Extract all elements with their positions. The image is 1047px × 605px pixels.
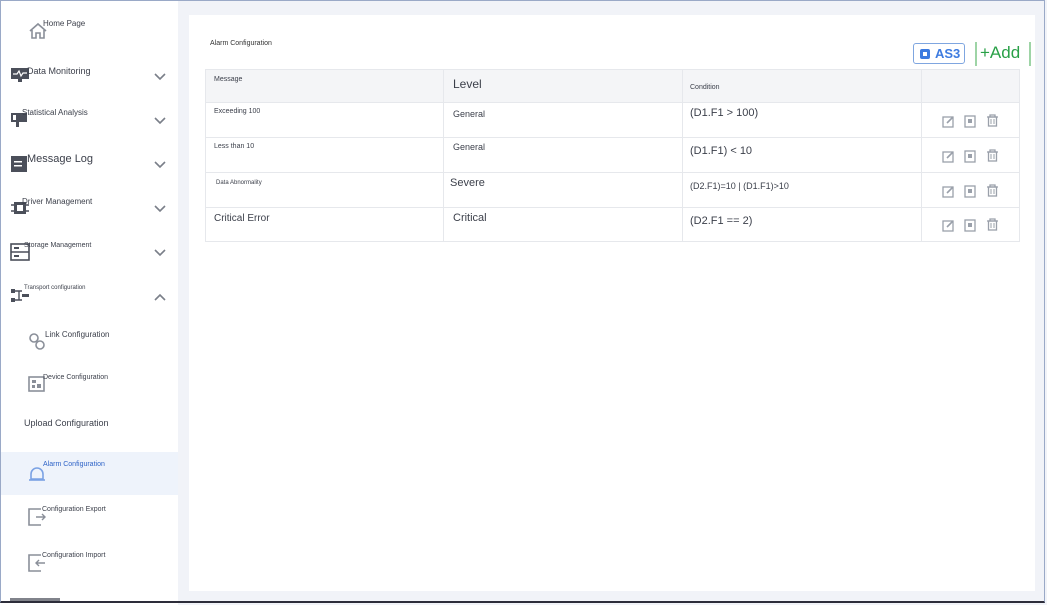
page-title: Alarm Configuration (210, 40, 272, 47)
sidebar-item-configuration-import[interactable]: Configuration Import (0, 544, 178, 584)
sidebar-item-transport-configuration[interactable]: Transport configuration (0, 278, 178, 318)
row-message: Data Abnormality (216, 180, 262, 186)
sidebar-item-label: Driver Management (22, 197, 93, 206)
add-button[interactable]: +Add (975, 42, 1031, 66)
header-level: Level (453, 77, 482, 91)
row-level: Severe (450, 177, 485, 189)
chevron-up-icon (154, 293, 166, 301)
row-message: Exceeding 100 (214, 108, 261, 115)
as3-label: AS3 (935, 46, 961, 61)
row-level: General (453, 142, 486, 152)
chevron-down-icon (154, 73, 166, 81)
sidebar-item-label: Transport configuration (24, 285, 86, 291)
row-level: General (453, 109, 486, 119)
sidebar-item-label: Data Monitoring (27, 66, 91, 76)
sidebar-item-label: Storage Management (24, 242, 92, 249)
chevron-down-icon (154, 161, 166, 169)
sidebar-item-label: Alarm Configuration (43, 461, 105, 468)
row-message: Less than 10 (214, 143, 255, 150)
as3-button[interactable]: AS3 (913, 43, 965, 64)
alarm-table: Message Level Condition Exceeding 100 Ge… (205, 69, 1020, 242)
main-area: Alarm Configuration AS3 +Add Message Lev… (178, 0, 1047, 605)
copy-icon[interactable] (964, 219, 977, 232)
edit-icon[interactable] (942, 115, 955, 128)
copy-icon[interactable] (964, 150, 977, 163)
row-level: Critical (453, 212, 487, 224)
table-row: Data Abnormality Severe (D2.F1)=10 | (D1… (206, 172, 1019, 208)
chevron-down-icon (154, 205, 166, 213)
delete-icon[interactable] (986, 114, 999, 127)
sidebar-item-label: Device Configuration (43, 374, 108, 381)
chevron-down-icon (154, 249, 166, 257)
add-label: +Add (980, 43, 1021, 62)
sidebar-item-device-configuration[interactable]: Device Configuration (0, 366, 178, 406)
edit-icon[interactable] (942, 185, 955, 198)
row-condition: (D1.F1) < 10 (690, 145, 753, 157)
edit-icon[interactable] (942, 219, 955, 232)
table-row: Exceeding 100 General (D1.F1 > 100) (206, 102, 1019, 138)
row-message: Critical Error (214, 213, 270, 224)
table-row: Critical Error Critical (D2.F1 == 2) (206, 207, 1019, 242)
table-header: Message Level Condition (206, 70, 1019, 103)
sidebar-item-partial (10, 598, 60, 603)
delete-icon[interactable] (986, 218, 999, 231)
sidebar-item-label: Home Page (43, 19, 86, 28)
header-condition: Condition (690, 84, 720, 91)
sidebar-item-link-configuration[interactable]: Link Configuration (0, 322, 178, 362)
sidebar-item-label: Link Configuration (45, 330, 110, 339)
sidebar-item-label: Configuration Import (42, 552, 106, 559)
sidebar-item-configuration-export[interactable]: Configuration Export (0, 498, 178, 538)
delete-icon[interactable] (986, 149, 999, 162)
as3-icon (920, 49, 930, 59)
sidebar-item-alarm-configuration[interactable]: Alarm Configuration (0, 452, 180, 495)
row-condition: (D2.F1)=10 | (D1.F1)>10 (690, 181, 789, 191)
sidebar-item-label: Message Log (27, 153, 94, 165)
row-condition: (D1.F1 > 100) (690, 107, 759, 119)
sidebar-item-data-monitoring[interactable]: Data Monitoring (0, 58, 178, 98)
sidebar: Home Page Data Monitoring Statistical An… (0, 0, 180, 605)
sidebar-item-home[interactable]: Home Page (0, 14, 178, 54)
edit-icon[interactable] (942, 150, 955, 163)
sidebar-item-label: Upload Configuration (24, 418, 109, 428)
row-condition: (D2.F1 == 2) (690, 215, 753, 227)
header-message: Message (214, 76, 243, 83)
sidebar-item-statistical-analysis[interactable]: Statistical Analysis (0, 102, 178, 142)
sidebar-item-label: Configuration Export (42, 506, 106, 513)
copy-icon[interactable] (964, 185, 977, 198)
sidebar-item-message-log[interactable]: Message Log (0, 146, 178, 186)
sidebar-item-driver-management[interactable]: Driver Management (0, 190, 178, 230)
sidebar-item-label: Statistical Analysis (22, 108, 88, 117)
delete-icon[interactable] (986, 184, 999, 197)
sidebar-item-upload-configuration[interactable]: Upload Configuration (0, 410, 178, 450)
sidebar-item-storage-management[interactable]: Storage Management (0, 234, 178, 274)
chevron-down-icon (154, 117, 166, 125)
copy-icon[interactable] (964, 115, 977, 128)
table-row: Less than 10 General (D1.F1) < 10 (206, 137, 1019, 173)
